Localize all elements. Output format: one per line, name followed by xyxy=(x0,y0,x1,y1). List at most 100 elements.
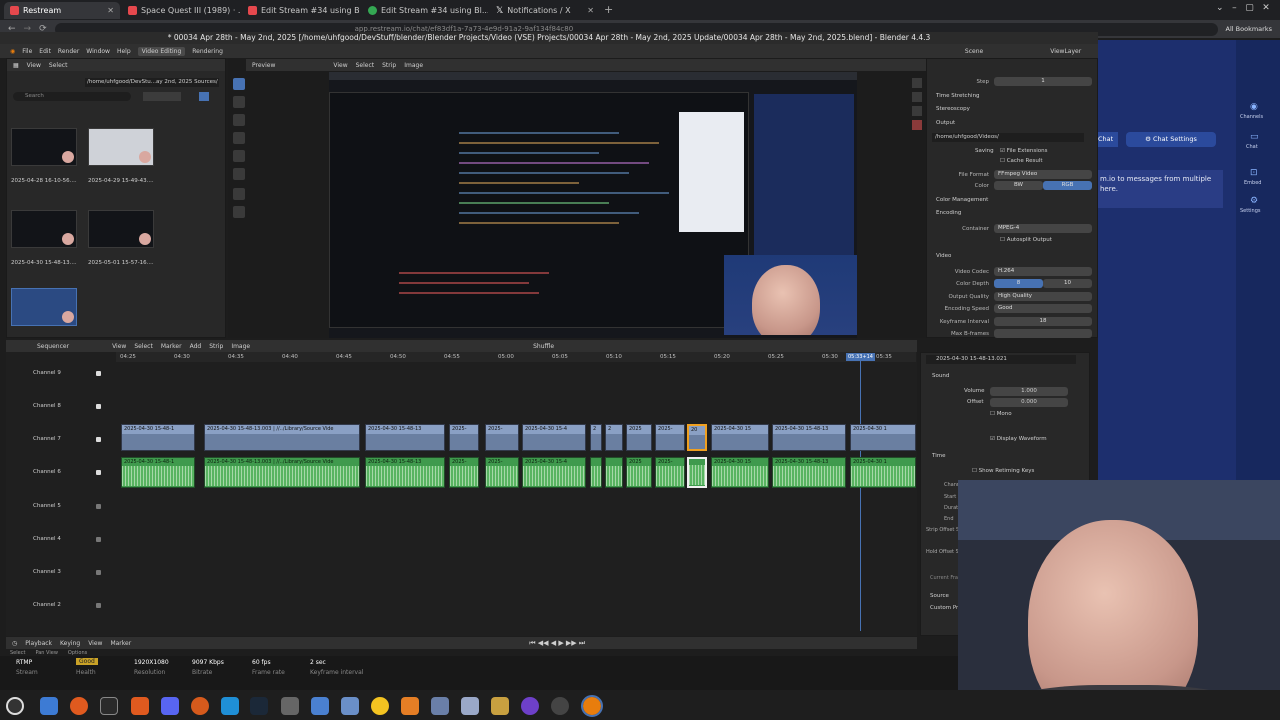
rotate-tool-icon[interactable] xyxy=(233,132,245,144)
files-icon[interactable] xyxy=(40,697,58,715)
settings-icon[interactable]: ⚙ xyxy=(1250,196,1258,206)
preview-menu-view[interactable]: View xyxy=(333,62,347,69)
section-color-management[interactable]: Color Management xyxy=(936,197,988,203)
app-icon[interactable] xyxy=(191,697,209,715)
brave-icon[interactable] xyxy=(131,697,149,715)
new-tab-button[interactable]: + xyxy=(604,3,613,16)
github-icon[interactable] xyxy=(521,697,539,715)
volume-field[interactable]: 1.000 xyxy=(990,387,1068,396)
sequencer-timeline[interactable] xyxy=(6,340,917,636)
tab-space-quest[interactable]: Space Quest III (1989) · ... ✕ xyxy=(122,2,240,19)
terminal-icon[interactable] xyxy=(100,697,118,715)
fb-menu-select[interactable]: Select xyxy=(49,62,68,69)
sound-strip[interactable] xyxy=(605,457,623,488)
editor-type-icon[interactable]: ▦ xyxy=(13,62,19,69)
fb-menu-view[interactable]: View xyxy=(27,62,41,69)
preview-menu-select[interactable]: Select xyxy=(356,62,375,69)
blender-logo-icon[interactable]: ◉ xyxy=(10,48,15,55)
movie-strip[interactable]: 2025-04-30 15-4 xyxy=(522,424,586,451)
chrome-icon[interactable] xyxy=(371,697,389,715)
tab-restream[interactable]: Restream ✕ xyxy=(4,2,120,19)
menu-keying[interactable]: Keying xyxy=(60,640,80,647)
channels-icon[interactable]: ◉ xyxy=(1250,102,1258,112)
timeline-editor-icon[interactable]: ◷ xyxy=(12,640,17,647)
nav-channels[interactable]: Channels xyxy=(1240,114,1263,120)
firefox-icon[interactable] xyxy=(70,697,88,715)
channel-toggle[interactable] xyxy=(96,437,101,442)
file-format-dropdown[interactable]: FFmpeg Video xyxy=(994,170,1092,179)
tab-edit-stream-2[interactable]: Edit Stream #34 using Bl... ✕ xyxy=(362,2,488,19)
sound-strip[interactable]: 2025-04-30 15-48-13 xyxy=(772,457,846,488)
chat-settings-button[interactable]: ⚙ Chat Settings xyxy=(1126,132,1216,147)
section-time-stretching[interactable]: Time Stretching xyxy=(936,93,980,99)
section-source[interactable]: Source xyxy=(930,593,949,599)
channel-toggle[interactable] xyxy=(96,603,101,608)
preview-menu-image[interactable]: Image xyxy=(404,62,423,69)
camera-icon[interactable] xyxy=(311,697,329,715)
channel-toggle[interactable] xyxy=(96,570,101,575)
movie-strip[interactable]: 2025- xyxy=(655,424,685,451)
encoding-speed-dropdown[interactable]: Good xyxy=(994,304,1092,313)
seq-menu-image[interactable]: Image xyxy=(231,343,250,350)
preview-mode-dropdown[interactable]: Preview xyxy=(252,62,275,69)
close-icon[interactable]: ✕ xyxy=(587,6,594,15)
sequencer-editor-type[interactable]: Sequencer xyxy=(37,343,69,350)
movie-strip-selected[interactable]: 20 xyxy=(687,424,707,451)
container-dropdown[interactable]: MPEG-4 xyxy=(994,224,1092,233)
movie-strip[interactable]: 2025-04-30 1 xyxy=(850,424,916,451)
mail-icon[interactable] xyxy=(431,697,449,715)
file-thumbnail[interactable] xyxy=(11,210,77,248)
movie-strip[interactable]: 2025-04-30 15 xyxy=(711,424,769,451)
section-encoding[interactable]: Encoding xyxy=(936,210,961,216)
menu-help[interactable]: Help xyxy=(117,48,131,55)
color-bw-button[interactable]: BW xyxy=(994,181,1043,190)
sound-strip[interactable] xyxy=(590,457,602,488)
chat-tab[interactable]: Chat xyxy=(1098,132,1118,147)
movie-strip[interactable]: 2025-04-30 15-48-13 xyxy=(772,424,846,451)
autosplit-checkbox[interactable]: ☐ Autosplit Output xyxy=(1000,237,1052,243)
file-extensions-checkbox[interactable]: ☑ File Extensions xyxy=(1000,148,1048,154)
section-video[interactable]: Video xyxy=(936,253,951,259)
file-thumbnail[interactable] xyxy=(88,128,154,166)
embed-icon[interactable]: ⊡ xyxy=(1250,168,1258,178)
strip-name-field[interactable]: 2025-04-30 15-48-13.021 xyxy=(926,355,1076,364)
movie-strip[interactable]: 2025-04-30 15-48-1 xyxy=(121,424,195,451)
workspace-rendering[interactable]: Rendering xyxy=(192,48,223,55)
move-tool-icon[interactable] xyxy=(233,114,245,126)
channel-toggle[interactable] xyxy=(96,504,101,509)
media-player-icon[interactable] xyxy=(401,697,419,715)
tab-notifications-x[interactable]: 𝕏 Notifications / X ✕ xyxy=(490,2,600,19)
seq-menu-select[interactable]: Select xyxy=(134,343,153,350)
seq-menu-view[interactable]: View xyxy=(112,343,126,350)
cache-result-checkbox[interactable]: ☐ Cache Result xyxy=(1000,158,1043,164)
sound-strip[interactable]: 2025- xyxy=(485,457,519,488)
movie-strip[interactable]: 2025- xyxy=(485,424,519,451)
sound-strip[interactable]: 2025- xyxy=(655,457,685,488)
shield-icon[interactable] xyxy=(221,697,239,715)
transport-controls[interactable]: ⏮ ◀◀ ◀ ▶ ▶▶ ⏭ xyxy=(529,639,585,648)
menu-edit[interactable]: Edit xyxy=(39,48,51,55)
movie-strip[interactable]: 2025-04-30 15-48-13.003 | //../Library/S… xyxy=(204,424,360,451)
scale-tool-icon[interactable] xyxy=(233,150,245,162)
view-layer-field[interactable]: ViewLayer xyxy=(1050,48,1081,55)
mono-checkbox[interactable]: ☐ Mono xyxy=(990,411,1012,417)
channel-toggle[interactable] xyxy=(96,371,101,376)
cursor-tool-icon[interactable] xyxy=(233,96,245,108)
step-field[interactable]: 1 xyxy=(994,77,1092,86)
sound-strip[interactable]: 2025-04-30 15-4 xyxy=(522,457,586,488)
file-thumbnail[interactable] xyxy=(88,210,154,248)
output-path-field[interactable]: /home/uhfgood/Videos/ xyxy=(932,133,1084,142)
menu-playback[interactable]: Playback xyxy=(25,640,52,647)
steam-icon[interactable] xyxy=(250,697,268,715)
select-tool-icon[interactable] xyxy=(233,78,245,90)
transform-tool-icon[interactable] xyxy=(233,168,245,180)
channel-toggle[interactable] xyxy=(96,537,101,542)
movie-strip[interactable]: 2025 xyxy=(626,424,652,451)
mixer-icon[interactable] xyxy=(281,697,299,715)
nav-settings[interactable]: Settings xyxy=(1240,208,1261,214)
preview-menu-strip[interactable]: Strip xyxy=(382,62,396,69)
section-output[interactable]: Output xyxy=(936,120,955,126)
seq-menu-marker[interactable]: Marker xyxy=(161,343,182,350)
channel-toggle[interactable] xyxy=(96,470,101,475)
menu-marker[interactable]: Marker xyxy=(110,640,131,647)
